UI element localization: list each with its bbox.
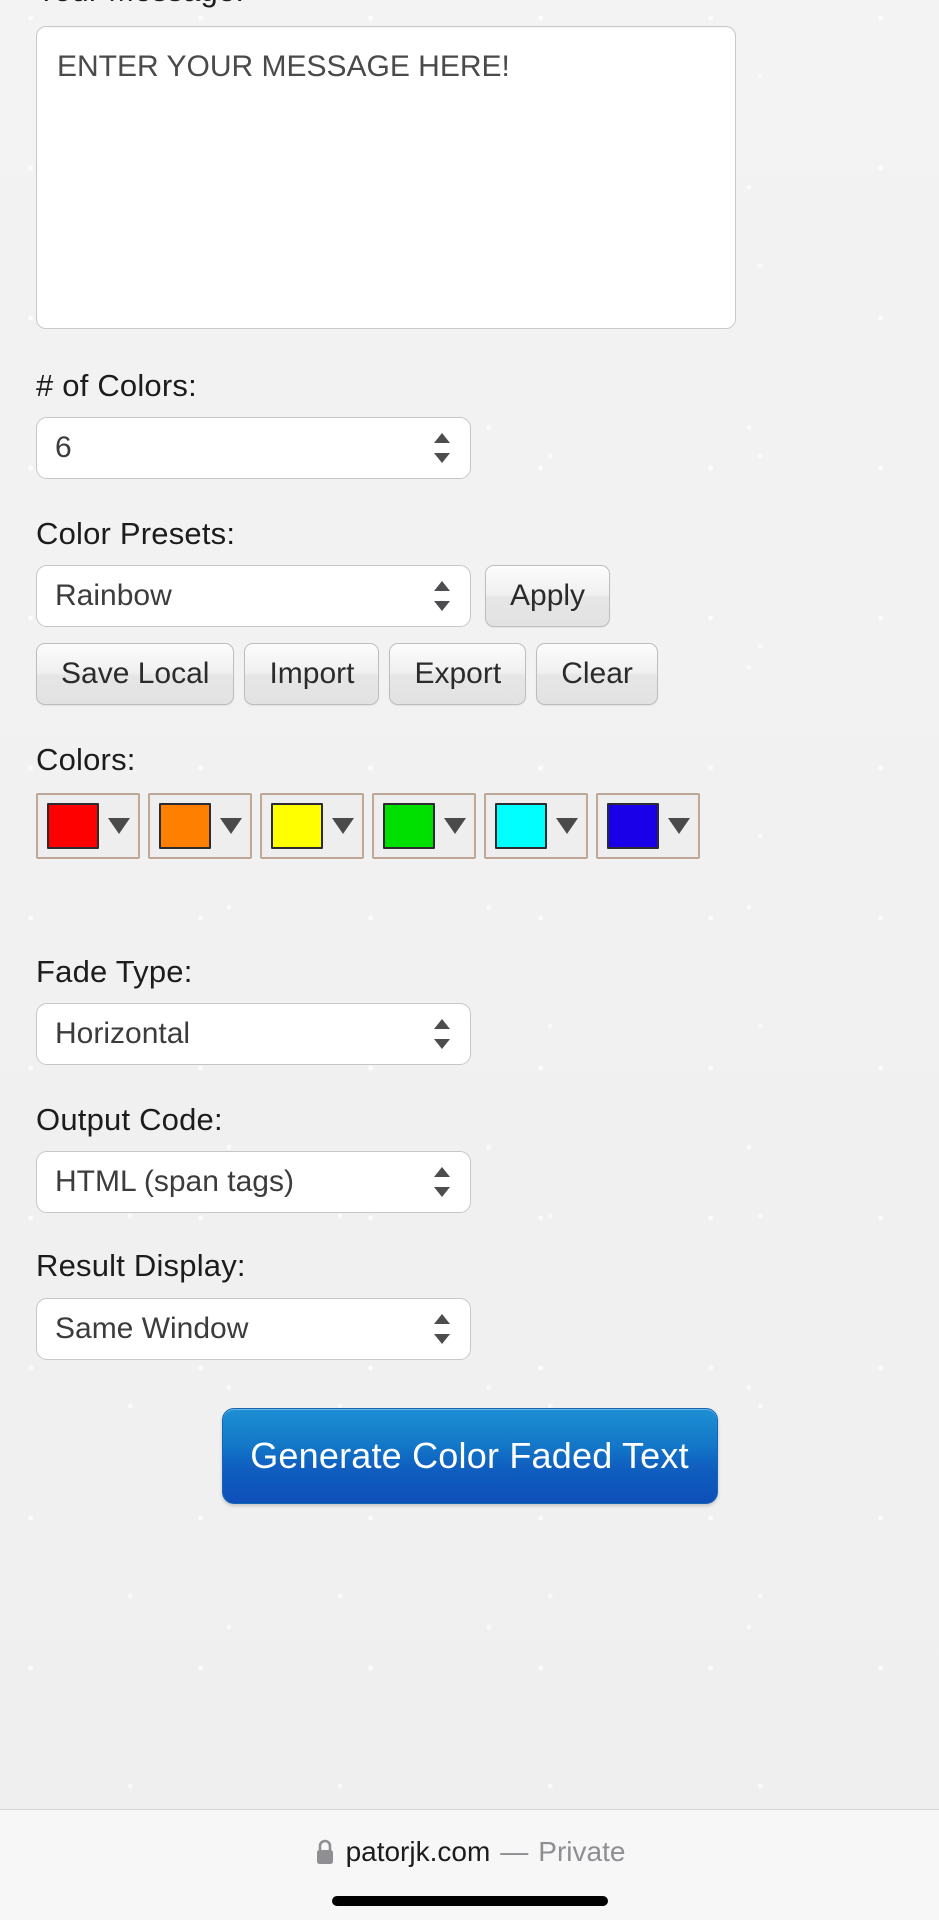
color-swatch-green[interactable] xyxy=(372,793,476,860)
chevron-down-icon[interactable] xyxy=(220,818,242,835)
color-swatch-red[interactable] xyxy=(36,793,140,860)
output-code-value: HTML (span tags) xyxy=(55,1165,294,1199)
output-code-select[interactable]: HTML (span tags) xyxy=(36,1151,471,1214)
clear-button[interactable]: Clear xyxy=(536,643,658,706)
chevron-down-icon[interactable] xyxy=(444,818,466,835)
home-indicator xyxy=(331,1896,608,1906)
color-chip xyxy=(607,803,659,850)
browser-bottom-bar: patorjk.com — Private xyxy=(0,1809,939,1920)
chevron-down-icon[interactable] xyxy=(332,818,354,835)
result-display-value: Same Window xyxy=(55,1311,249,1345)
num-colors-label: # of Colors: xyxy=(36,368,197,403)
message-label-clip: Your Message: xyxy=(36,0,903,8)
color-swatch-blue[interactable] xyxy=(596,793,700,860)
fade-type-value: Horizontal xyxy=(55,1017,191,1051)
result-display-select[interactable]: Same Window xyxy=(36,1297,471,1360)
chevron-updown-icon xyxy=(432,579,452,613)
color-swatch-cyan[interactable] xyxy=(484,793,588,860)
color-swatch-orange[interactable] xyxy=(148,793,252,860)
color-chip xyxy=(159,803,211,850)
color-presets-select[interactable]: Rainbow xyxy=(36,565,471,628)
lock-icon xyxy=(314,1838,336,1866)
chevron-down-icon[interactable] xyxy=(108,818,130,835)
message-textarea[interactable]: ENTER YOUR MESSAGE HERE! xyxy=(36,26,736,329)
preset-actions-row: Save Local Import Export Clear xyxy=(36,643,903,706)
chevron-down-icon[interactable] xyxy=(556,818,578,835)
generate-color-faded-text-button[interactable]: Generate Color Faded Text xyxy=(221,1407,718,1504)
color-swatch-yellow[interactable] xyxy=(260,793,364,860)
chevron-updown-icon xyxy=(432,1312,452,1346)
message-label: Your Message: xyxy=(36,0,244,8)
generate-button-wrap: Generate Color Faded Text xyxy=(36,1407,903,1504)
chevron-updown-icon xyxy=(432,1165,452,1199)
url-host: patorjk.com xyxy=(345,1836,491,1867)
color-chip xyxy=(495,803,547,850)
form-content: Your Message: ENTER YOUR MESSAGE HERE! #… xyxy=(0,0,939,1504)
fade-type-select[interactable]: Horizontal xyxy=(36,1003,471,1066)
page-background: Your Message: ENTER YOUR MESSAGE HERE! #… xyxy=(0,0,939,1809)
color-chip xyxy=(47,803,99,850)
color-chip xyxy=(383,803,435,850)
result-display-label: Result Display: xyxy=(36,1248,246,1284)
url-separator: — xyxy=(500,1836,529,1867)
address-bar[interactable]: patorjk.com — Private xyxy=(314,1836,626,1868)
save-local-button[interactable]: Save Local xyxy=(36,643,235,706)
export-button[interactable]: Export xyxy=(389,643,527,706)
color-presets-value: Rainbow xyxy=(55,579,172,613)
color-presets-label: Color Presets: xyxy=(36,516,236,552)
color-presets-row: Rainbow Apply xyxy=(36,565,903,628)
chevron-updown-icon xyxy=(432,431,452,465)
num-colors-select[interactable]: 6 xyxy=(36,417,471,480)
chevron-updown-icon xyxy=(432,1017,452,1051)
num-colors-value: 6 xyxy=(55,431,72,465)
import-button[interactable]: Import xyxy=(244,643,380,706)
chevron-down-icon[interactable] xyxy=(668,818,690,835)
color-chip xyxy=(271,803,323,850)
output-code-label: Output Code: xyxy=(36,1102,223,1138)
private-label: Private xyxy=(538,1836,626,1867)
apply-button[interactable]: Apply xyxy=(485,565,611,628)
colors-label: Colors: xyxy=(36,742,136,778)
fade-type-label: Fade Type: xyxy=(36,954,193,990)
color-swatch-row xyxy=(36,793,903,860)
